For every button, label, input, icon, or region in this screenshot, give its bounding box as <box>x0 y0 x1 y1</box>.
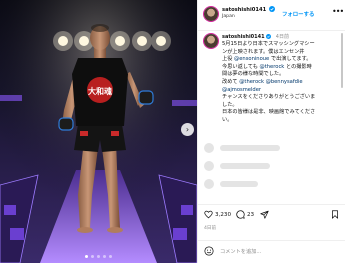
slide-dot <box>103 255 106 258</box>
caption-line: 日本の皆様は是非、映画館でみてくださ <box>222 109 316 116</box>
comment-skeleton-avatar <box>204 179 214 189</box>
more-options-button[interactable]: ••• <box>332 7 344 16</box>
caption-line: 上役 @ensoninoue で出演してます。 <box>222 56 312 63</box>
avatar[interactable] <box>204 7 218 21</box>
comment-skeleton-avatar <box>204 143 214 153</box>
comments-count: 23 <box>247 211 255 218</box>
caption-line: チャンスをくださりありがとうございま <box>222 94 316 101</box>
caption-line: い。 <box>222 116 233 123</box>
instagram-post-modal: 大和魂 › satoshishi0141 Japan フォローする ••• sa… <box>0 0 345 263</box>
share-button[interactable] <box>260 210 269 219</box>
slide-dot <box>85 255 88 258</box>
verified-badge-icon <box>266 33 272 39</box>
post-header: satoshishi0141 Japan フォローする ••• <box>198 0 345 31</box>
caption-line: 改めて @therock @bennysafdie <box>222 78 303 85</box>
bookmark-icon <box>332 210 338 219</box>
next-slide-button[interactable]: › <box>181 123 194 136</box>
username-text: satoshishi0141 <box>222 7 267 13</box>
comment-skeleton-line <box>220 181 258 187</box>
share-icon <box>260 210 269 219</box>
location-link[interactable]: Japan <box>222 14 235 19</box>
caption-line: 間は夢の様な時間でした。 <box>222 71 285 78</box>
mention-link[interactable]: @ensoninoue <box>234 56 269 62</box>
save-button[interactable] <box>331 210 339 219</box>
username-link[interactable]: satoshishi0141 <box>222 6 275 13</box>
slide-dot <box>91 255 94 258</box>
caption-scrollbar[interactable] <box>341 33 343 88</box>
fighter-stage-image: 大和魂 <box>0 0 197 263</box>
post-date: 4日前 <box>204 226 217 231</box>
comment-skeleton-line <box>220 163 270 169</box>
add-comment-bar: コメントを追加... <box>198 240 345 264</box>
mention-link[interactable]: @ajmosmelder <box>222 87 261 93</box>
heart-icon <box>204 210 213 219</box>
verified-badge-icon <box>269 6 275 12</box>
mention-link[interactable]: @therock <box>260 64 285 70</box>
slide-dot <box>109 255 112 258</box>
caption-header: satoshishi0141 4日前 <box>222 33 289 40</box>
comment-input[interactable]: コメントを追加... <box>220 248 261 255</box>
comment-skeleton-avatar <box>204 161 214 171</box>
mention-link[interactable]: @bennysafdie <box>266 79 303 85</box>
slide-dot <box>97 255 100 258</box>
caption-area: satoshishi0141 4日前 5月15日より日本でスマッシングマシー ン… <box>198 31 345 203</box>
chevron-right-icon: › <box>185 124 190 134</box>
post-side-panel: satoshishi0141 Japan フォローする ••• satoshis… <box>197 0 345 263</box>
comment-icon <box>236 210 245 219</box>
comment-button[interactable]: 23 <box>236 210 254 219</box>
mention-link[interactable]: @therock <box>239 79 264 85</box>
avatar[interactable] <box>204 34 218 48</box>
comment-skeleton-line <box>220 145 280 151</box>
post-photo[interactable]: 大和魂 › <box>0 0 197 263</box>
likes-count: 3,230 <box>215 211 232 218</box>
smiley-icon[interactable] <box>204 246 214 256</box>
caption-timestamp: 4日前 <box>275 34 289 40</box>
like-button[interactable]: 3,230 <box>204 210 231 219</box>
follow-button[interactable]: フォローする <box>282 10 314 18</box>
caption-username[interactable]: satoshishi0141 <box>222 34 265 40</box>
slide-indicator <box>0 255 197 258</box>
caption-line: 5月15日より日本でスマッシングマシー <box>222 41 315 47</box>
caption-text: 5月15日より日本でスマッシングマシー ンが上映されます。僕はエンセン井 上役 … <box>222 41 338 125</box>
post-actions: 3,230 23 4日前 <box>198 204 345 241</box>
shirt-logo-text: 大和魂 <box>88 86 112 96</box>
